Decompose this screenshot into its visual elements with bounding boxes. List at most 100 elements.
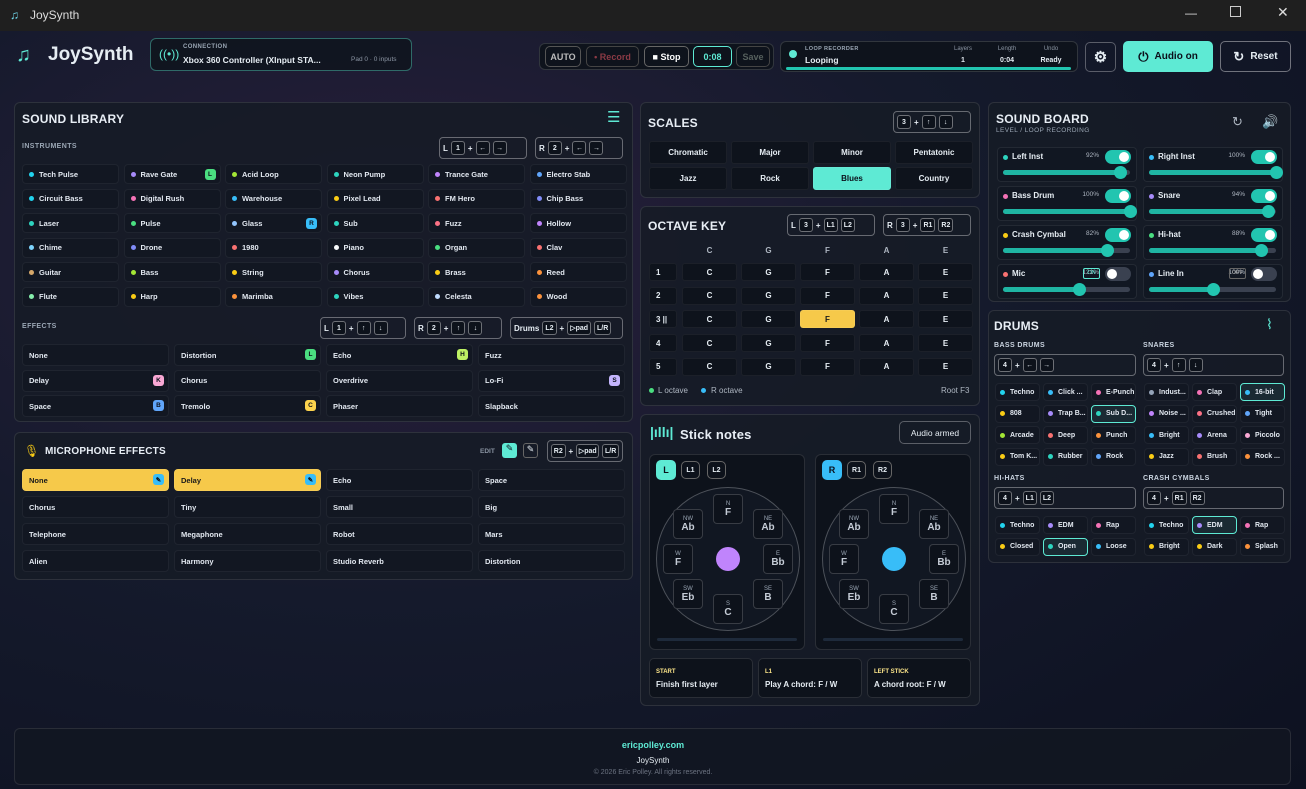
sliders-icon[interactable]: ☰	[607, 108, 620, 126]
effect-chip[interactable]: Echo H	[326, 344, 473, 366]
scale-button[interactable]: Chromatic	[649, 141, 727, 164]
settings-gear-icon[interactable]: ⚙	[1085, 42, 1116, 72]
instrument-chip[interactable]: Circuit Bass	[22, 188, 119, 209]
octave-cell[interactable]: F	[800, 334, 855, 353]
octave-cell[interactable]: G	[741, 286, 796, 305]
effect-chip[interactable]: Overdrive	[326, 369, 473, 392]
drum-chip[interactable]: Punch	[1091, 426, 1136, 444]
instrument-chip[interactable]: Chorus	[326, 262, 424, 282]
mic-effect-chip[interactable]: Delay ✎	[174, 469, 321, 491]
channel-slider[interactable]	[1149, 244, 1276, 257]
mic-effect-chip[interactable]: Studio Reverb	[326, 550, 473, 572]
auto-button[interactable]: AUTO	[545, 46, 581, 67]
instrument-chip[interactable]: Bass	[123, 262, 221, 282]
octave-cell[interactable]: C	[682, 310, 737, 329]
scale-button[interactable]: Major	[731, 141, 809, 164]
effect-chip[interactable]: Delay K	[22, 369, 169, 392]
drum-chip[interactable]: EDM	[1192, 516, 1237, 534]
instrument-chip[interactable]: Brass	[428, 262, 525, 282]
instrument-chip[interactable]: Organ	[428, 237, 525, 258]
mic-effect-chip[interactable]: Distortion	[478, 550, 625, 572]
instrument-chip[interactable]: Electro Stab	[529, 164, 627, 184]
octave-cell[interactable]: A	[859, 263, 914, 281]
stop-button[interactable]: ■ Stop	[644, 46, 689, 67]
drum-chip[interactable]: Rap	[1240, 516, 1285, 534]
mic-effect-chip[interactable]: Megaphone	[174, 523, 321, 545]
channel-slider[interactable]	[1003, 166, 1130, 179]
slider-knob[interactable]	[1270, 166, 1283, 179]
channel-toggle[interactable]	[1105, 267, 1131, 281]
instrument-chip[interactable]: Trance Gate	[428, 164, 525, 184]
mic-effect-chip[interactable]: None ✎	[22, 469, 169, 491]
audio-armed-button[interactable]: Audio armed	[899, 421, 971, 444]
instrument-chip[interactable]: Wood	[529, 286, 627, 307]
mic-effect-chip[interactable]: Tiny	[174, 496, 321, 518]
instrument-chip[interactable]: Warehouse	[225, 188, 322, 209]
octave-cell[interactable]: A	[859, 357, 914, 376]
octave-cell[interactable]: E	[918, 357, 973, 376]
drum-chip[interactable]: Loose	[1091, 537, 1136, 556]
drum-chip[interactable]: 808	[995, 404, 1040, 423]
instrument-chip[interactable]: Digital Rush	[123, 188, 221, 209]
channel-toggle[interactable]	[1105, 228, 1131, 242]
mic-pick-icon[interactable]: ✎	[502, 443, 517, 458]
drum-chip[interactable]: Bright	[1144, 426, 1189, 444]
octave-cell[interactable]: G	[741, 263, 796, 281]
octave-cell[interactable]: F	[800, 286, 855, 305]
scale-button[interactable]: Rock	[731, 167, 809, 190]
scale-button[interactable]: Minor	[813, 141, 891, 164]
mic-effect-chip[interactable]: Big	[478, 496, 625, 518]
drum-chip[interactable]: Bright	[1144, 537, 1189, 556]
drum-chip[interactable]: Techno	[1144, 516, 1189, 534]
instrument-chip[interactable]: Celesta	[428, 286, 525, 307]
channel-slider[interactable]	[1149, 205, 1276, 218]
instrument-chip[interactable]: Vibes	[326, 286, 424, 307]
instrument-chip[interactable]: Flute	[22, 286, 119, 307]
drum-chip[interactable]: Trap B...	[1043, 404, 1088, 423]
channel-slider[interactable]	[1003, 283, 1130, 296]
instrument-chip[interactable]: Chip Bass	[529, 188, 627, 209]
channel-toggle[interactable]	[1251, 267, 1277, 281]
channel-slider[interactable]	[1149, 283, 1276, 296]
instrument-chip[interactable]: Rave Gate L	[123, 164, 221, 184]
mic-effect-chip[interactable]: Space	[478, 469, 625, 491]
channel-toggle[interactable]	[1105, 150, 1131, 164]
drum-chip[interactable]: Dark	[1192, 537, 1237, 556]
octave-cell[interactable]: G	[741, 334, 796, 353]
drum-chip[interactable]: Jazz	[1144, 447, 1189, 466]
channel-slider[interactable]	[1003, 205, 1137, 218]
mic-effect-chip[interactable]: Chorus	[22, 496, 169, 518]
drum-chip[interactable]: Deep	[1043, 426, 1088, 444]
drum-chip[interactable]: Brush	[1192, 447, 1237, 466]
drum-chip[interactable]: Indust...	[1144, 383, 1189, 401]
octave-cell[interactable]: G	[741, 310, 796, 329]
mic-effect-chip[interactable]: Mars	[478, 523, 625, 545]
record-button[interactable]: • Record	[586, 46, 639, 67]
scale-button[interactable]: Pentatonic	[895, 141, 973, 164]
drum-chip[interactable]: Crushed	[1192, 404, 1237, 423]
octave-cell[interactable]: E	[918, 263, 973, 281]
slider-knob[interactable]	[1124, 205, 1137, 218]
reset-button[interactable]: ↻ Reset	[1220, 41, 1291, 72]
instrument-chip[interactable]: Hollow	[529, 213, 627, 233]
instrument-chip[interactable]: String	[225, 262, 322, 282]
drum-chip[interactable]: Rock ...	[1240, 447, 1285, 466]
mic-effect-chip[interactable]: Small	[326, 496, 473, 518]
drum-chip[interactable]: Techno	[995, 383, 1040, 401]
audio-on-button[interactable]: ⏻ Audio on	[1123, 41, 1213, 72]
save-button[interactable]: Save	[736, 46, 770, 67]
mic-effect-chip[interactable]: Harmony	[174, 550, 321, 572]
drum-chip[interactable]: Click ...	[1043, 383, 1088, 401]
footer-link[interactable]: ericpolley.com	[0, 740, 1306, 750]
slider-knob[interactable]	[1254, 244, 1268, 257]
drum-chip[interactable]: Rock	[1091, 447, 1136, 466]
channel-slider[interactable]	[1003, 244, 1130, 257]
connection-box[interactable]: ((•)) CONNECTION Xbox 360 Controller (XI…	[150, 38, 412, 71]
instrument-chip[interactable]: Reed	[529, 262, 627, 282]
drum-chip[interactable]: Closed	[995, 537, 1040, 556]
drum-chip[interactable]: E-Punch	[1091, 383, 1136, 401]
mic-effect-chip[interactable]: Telephone	[22, 523, 169, 545]
mic-effect-chip[interactable]: Robot	[326, 523, 473, 545]
mic-effect-chip[interactable]: Echo	[326, 469, 473, 491]
drum-chip[interactable]: Tight	[1240, 404, 1285, 423]
